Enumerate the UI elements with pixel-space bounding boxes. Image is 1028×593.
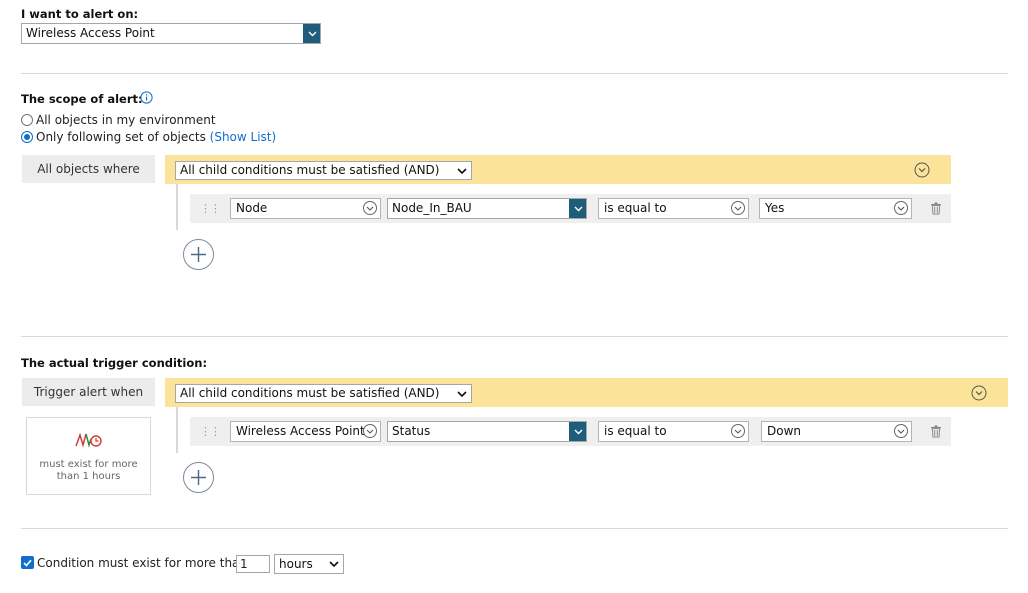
scope-group-value: All child conditions must be satisfied (…	[180, 163, 440, 177]
scope-field-value: Node_In_BAU	[392, 201, 472, 215]
alert-on-select[interactable]: Wireless Access Point	[21, 23, 321, 44]
trigger-operator-select[interactable]: is equal to	[598, 421, 749, 442]
chevron-down-icon[interactable]	[569, 199, 586, 218]
divider	[21, 336, 1008, 337]
trigger-alert-when-label: Trigger alert when	[22, 378, 155, 406]
trigger-group-select[interactable]: All child conditions must be satisfied (…	[175, 384, 472, 403]
chevron-down-icon[interactable]	[569, 422, 586, 441]
trash-icon[interactable]	[930, 425, 942, 438]
condition-exists-label: Condition must exist for more than	[37, 556, 248, 570]
card-text-line1: must exist for more	[39, 459, 138, 470]
tree-line	[176, 407, 178, 453]
scope-option-all-label: All objects in my environment	[36, 113, 216, 127]
scope-option-all[interactable]: All objects in my environment	[21, 113, 216, 127]
time-wave-icon	[74, 432, 102, 448]
show-list-link[interactable]: (Show List)	[210, 130, 277, 144]
drag-handle-icon[interactable]: ⋮⋮	[200, 202, 221, 215]
scope-option-following[interactable]: Only following set of objects (Show List…	[21, 130, 276, 144]
chevron-down-icon	[329, 561, 339, 568]
chevron-down-icon	[731, 424, 745, 438]
scope-label: The scope of alert:	[21, 92, 143, 106]
trigger-object-select[interactable]: Wireless Access Point	[230, 421, 381, 442]
add-condition-button[interactable]	[183, 239, 214, 270]
card-text-line2: than 1 hours	[56, 471, 121, 482]
scope-operator-value: is equal to	[604, 201, 667, 215]
radio-all[interactable]	[21, 114, 33, 126]
all-objects-where-label: All objects where	[22, 155, 155, 183]
condition-exists-checkbox[interactable]	[21, 556, 34, 569]
collapse-group-icon[interactable]	[914, 162, 930, 178]
collapse-group-icon[interactable]	[971, 385, 987, 401]
trigger-value-value: Down	[767, 424, 802, 438]
condition-unit-value: hours	[279, 557, 313, 571]
divider	[21, 73, 1008, 74]
plus-icon	[191, 470, 206, 485]
scope-object-value: Node	[236, 201, 268, 215]
add-condition-button[interactable]	[183, 462, 214, 493]
trigger-operator-value: is equal to	[604, 424, 667, 438]
scope-object-select[interactable]: Node	[230, 198, 381, 219]
chevron-down-icon	[457, 168, 467, 175]
trigger-value-select[interactable]: Down	[761, 421, 912, 442]
trash-icon[interactable]	[930, 202, 942, 215]
trigger-field-select[interactable]: Status	[387, 421, 587, 442]
scope-field-select[interactable]: Node_In_BAU	[387, 198, 587, 219]
chevron-down-icon	[894, 201, 908, 215]
trigger-label: The actual trigger condition:	[21, 356, 208, 370]
scope-group-select[interactable]: All child conditions must be satisfied (…	[175, 161, 472, 180]
divider	[21, 528, 1008, 529]
chevron-down-icon	[731, 201, 745, 215]
chevron-down-icon	[894, 424, 908, 438]
chevron-down-icon	[363, 201, 377, 215]
time-condition-card[interactable]: must exist for more than 1 hours	[26, 417, 151, 495]
scope-operator-select[interactable]: is equal to	[598, 198, 749, 219]
scope-value-select[interactable]: Yes	[759, 198, 912, 219]
condition-amount-input[interactable]: 1	[236, 555, 270, 573]
scope-option-following-label: Only following set of objects	[36, 130, 206, 144]
checkmark-icon	[23, 559, 32, 567]
chevron-down-icon[interactable]	[303, 24, 320, 43]
tree-line	[176, 184, 178, 230]
plus-icon	[191, 247, 206, 262]
trigger-group-value: All child conditions must be satisfied (…	[180, 386, 440, 400]
condition-unit-select[interactable]: hours	[274, 554, 344, 574]
trigger-field-value: Status	[392, 424, 431, 438]
alert-on-label: I want to alert on:	[21, 7, 139, 21]
chevron-down-icon	[457, 391, 467, 398]
chevron-down-icon	[363, 424, 377, 438]
scope-value-value: Yes	[765, 201, 785, 215]
drag-handle-icon[interactable]: ⋮⋮	[200, 425, 221, 438]
alert-on-value: Wireless Access Point	[26, 26, 155, 40]
trigger-object-value: Wireless Access Point	[236, 424, 365, 438]
info-icon[interactable]	[140, 91, 153, 104]
radio-following[interactable]	[21, 131, 33, 143]
